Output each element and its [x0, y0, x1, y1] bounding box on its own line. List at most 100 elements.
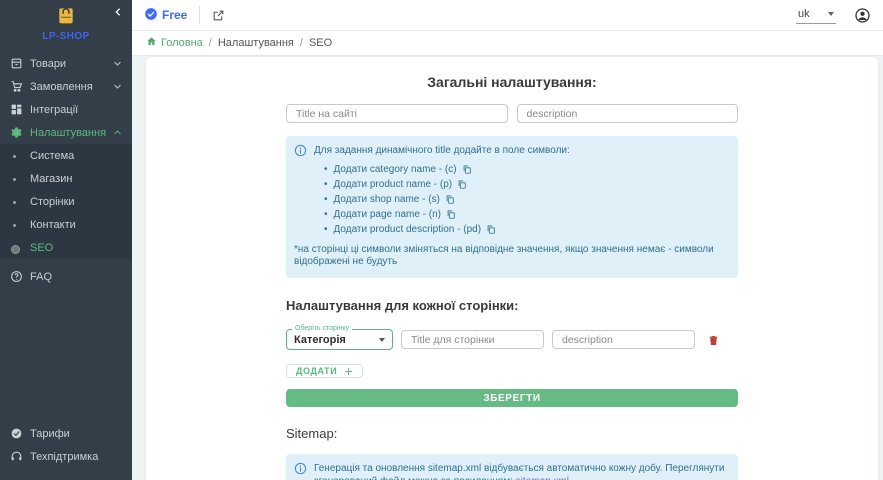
page-select[interactable]: Оберіть сторінку Категорія [286, 329, 393, 350]
info-icon [294, 462, 307, 475]
bullet: • [324, 195, 328, 205]
seo-settings-card: Загальні налаштування: Для задання динам… [146, 57, 878, 480]
content-area: Загальні налаштування: Для задання динам… [132, 56, 883, 480]
symbol-text: Додати shop name - (s) [334, 195, 440, 205]
copy-icon[interactable] [446, 209, 456, 220]
sitemap-info-text: Генерація та оновлення sitemap.xml відбу… [314, 462, 728, 480]
page-description-input[interactable] [552, 330, 695, 349]
breadcrumb-home-label: Головна [161, 37, 203, 49]
sidebar-item-label: Замовлення [30, 81, 113, 93]
sidebar-subitem-seo[interactable]: SEO [0, 236, 132, 259]
sitemap-link[interactable]: sitemap.xml [516, 476, 569, 480]
info-intro-text: Для задання динамічного title додайте в … [314, 144, 570, 157]
page-title-input[interactable] [401, 330, 544, 349]
main-area: Free uk Головна / Налаштува [132, 0, 883, 480]
dynamic-title-info-box: Для задання динамічного title додайте в … [286, 136, 738, 278]
sidebar-item-integrations[interactable]: Інтеграції [0, 98, 132, 121]
sidebar-item-tariffs[interactable]: Тарифи [0, 422, 132, 445]
add-page-button[interactable]: ДОДАТИ [286, 364, 363, 378]
breadcrumb: Головна / Налаштування / SEO [132, 31, 883, 56]
sidebar-subitem-contacts[interactable]: Контакти [0, 213, 132, 236]
breadcrumb-separator: / [300, 37, 303, 49]
symbols-note: *на сторінці ці символи зміняться на від… [294, 244, 728, 268]
sidebar-subitem-shop[interactable]: Магазин [0, 167, 132, 190]
caret-down-icon [828, 12, 834, 16]
caret-down-icon [379, 338, 385, 342]
general-inputs-row [286, 104, 738, 123]
copy-icon[interactable] [486, 224, 496, 235]
bullet: • [324, 210, 328, 220]
per-page-heading: Налаштування для кожної сторінки: [286, 298, 738, 313]
sidebar-nav: Товари Замовлення Інтеграції Налаштуванн… [0, 52, 132, 288]
add-button-label: ДОДАТИ [296, 366, 337, 376]
subitem-label: Магазин [30, 173, 72, 185]
bullet: • [324, 165, 328, 175]
subitem-label: Система [30, 150, 74, 162]
symbol-text: Додати category name - (c) [334, 165, 457, 175]
chevron-up-icon [113, 128, 122, 137]
account-icon[interactable] [854, 7, 871, 24]
symbol-list-item: • Додати product description - (pd) [324, 224, 728, 235]
symbol-list-item: • Додати category name - (c) [324, 164, 728, 175]
verified-icon [144, 7, 158, 24]
grid-icon [9, 103, 23, 116]
sidebar-item-label: Товари [30, 58, 113, 70]
sidebar-item-label: Налаштування [30, 127, 113, 139]
page-select-label: Оберіть сторінку [292, 325, 352, 332]
sidebar-item-products[interactable]: Товари [0, 52, 132, 75]
chevron-down-icon [113, 59, 122, 68]
app-window: LP-SHOP Товари Замовлення Інтеграції [0, 0, 883, 480]
external-link-icon[interactable] [212, 9, 225, 22]
breadcrumb-separator: / [209, 37, 212, 49]
info-icon [294, 144, 307, 157]
symbol-text: Додати product description - (pd) [334, 225, 482, 235]
sidebar-item-label: Техпідтримка [30, 451, 122, 463]
shop-bag-icon [56, 5, 76, 30]
symbol-list-item: • Додати page name - (n) [324, 209, 728, 220]
trash-icon[interactable] [707, 333, 720, 347]
copy-icon[interactable] [457, 179, 467, 190]
per-page-row: Оберіть сторінку Категорія [286, 329, 738, 350]
site-title-input[interactable] [286, 104, 508, 123]
bullet: • [324, 225, 328, 235]
language-select[interactable]: uk [796, 6, 836, 24]
save-button[interactable]: ЗБЕРЕГТИ [286, 389, 738, 407]
settings-submenu: Система Магазин Сторінки Контакти SEO [0, 144, 132, 259]
copy-icon[interactable] [445, 194, 455, 205]
plan-badge[interactable]: Free [144, 7, 187, 24]
page-select-value: Категорія [294, 334, 346, 346]
sidebar-item-settings[interactable]: Налаштування [0, 121, 132, 144]
sidebar-bottom-nav: Тарифи Техпідтримка [0, 422, 132, 480]
sidebar-item-label: Інтеграції [30, 104, 122, 116]
sidebar-item-faq[interactable]: FAQ [0, 265, 132, 288]
cart-icon [9, 80, 23, 93]
symbol-list-item: • Додати product name - (p) [324, 179, 728, 190]
breadcrumb-home[interactable]: Головна [146, 36, 203, 50]
symbol-text: Додати product name - (p) [334, 180, 453, 190]
breadcrumb-current: SEO [309, 37, 332, 49]
sidebar-subitem-pages[interactable]: Сторінки [0, 190, 132, 213]
gear-icon [9, 126, 23, 139]
sidebar-subitem-system[interactable]: Система [0, 144, 132, 167]
topbar: Free uk [132, 0, 883, 31]
site-description-input[interactable] [517, 104, 739, 123]
language-value: uk [798, 8, 810, 20]
subitem-label: Сторінки [30, 196, 75, 208]
sidebar-collapse-icon[interactable] [113, 7, 123, 17]
home-icon [146, 36, 157, 50]
subitem-label: Контакти [30, 219, 76, 231]
sidebar-item-label: FAQ [30, 271, 122, 283]
sidebar-item-support[interactable]: Техпідтримка [0, 445, 132, 468]
sidebar: LP-SHOP Товари Замовлення Інтеграції [0, 0, 132, 480]
symbol-list: • Додати category name - (c) • Додати pr… [324, 164, 728, 235]
brand-name: LP-SHOP [42, 31, 89, 42]
chevron-down-icon [113, 82, 122, 91]
plus-icon [344, 367, 353, 376]
topbar-right: uk [796, 6, 871, 24]
box-icon [9, 57, 23, 70]
symbol-text: Додати page name - (n) [334, 210, 442, 220]
breadcrumb-settings[interactable]: Налаштування [218, 37, 294, 49]
sidebar-item-orders[interactable]: Замовлення [0, 75, 132, 98]
copy-icon[interactable] [462, 164, 472, 175]
general-settings-heading: Загальні налаштування: [286, 74, 738, 90]
